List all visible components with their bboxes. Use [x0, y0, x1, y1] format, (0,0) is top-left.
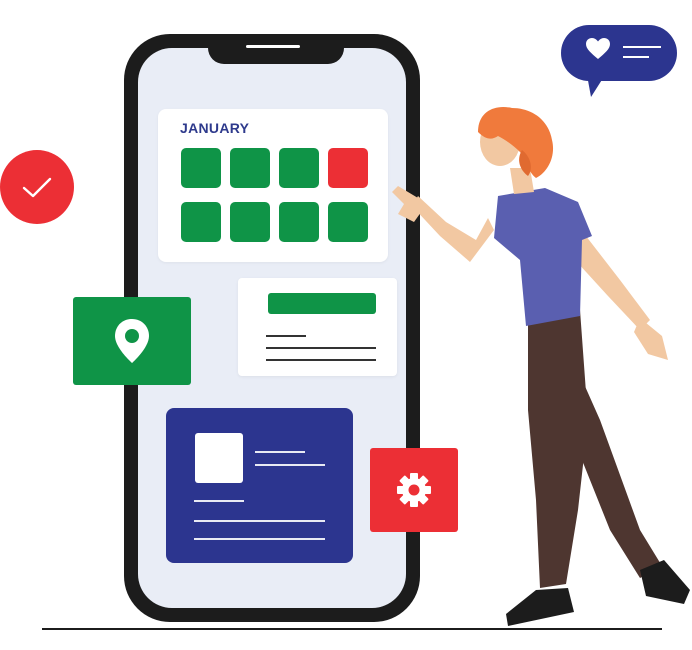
- profile-card-line: [194, 500, 244, 502]
- calendar-day-available[interactable]: [279, 148, 319, 188]
- location-pin-icon: [115, 319, 149, 363]
- check-badge: [0, 150, 74, 224]
- location-tile: [73, 297, 191, 385]
- calendar-day-available[interactable]: [328, 202, 368, 242]
- info-card-line: [266, 347, 376, 349]
- calendar-day-available[interactable]: [230, 202, 270, 242]
- profile-card-line: [255, 451, 305, 453]
- calendar-month-label: JANUARY: [180, 120, 250, 136]
- profile-avatar-placeholder: [195, 433, 243, 483]
- phone-notch: [208, 34, 344, 64]
- info-card-line: [266, 335, 306, 337]
- check-icon: [22, 177, 52, 198]
- calendar-day-available[interactable]: [181, 202, 221, 242]
- calendar-day-available[interactable]: [230, 148, 270, 188]
- info-card-line: [266, 359, 376, 361]
- calendar-day-available[interactable]: [279, 202, 319, 242]
- ground-line: [42, 628, 662, 630]
- phone-speaker: [246, 45, 300, 48]
- profile-card-line: [194, 538, 325, 540]
- calendar-day-busy[interactable]: [328, 148, 368, 188]
- info-card-header-bar: [268, 293, 376, 314]
- profile-card-line: [255, 464, 325, 466]
- chat-bubble: [561, 25, 677, 97]
- woman-illustration: [392, 107, 690, 626]
- profile-card-line: [194, 520, 325, 522]
- calendar-day-available[interactable]: [181, 148, 221, 188]
